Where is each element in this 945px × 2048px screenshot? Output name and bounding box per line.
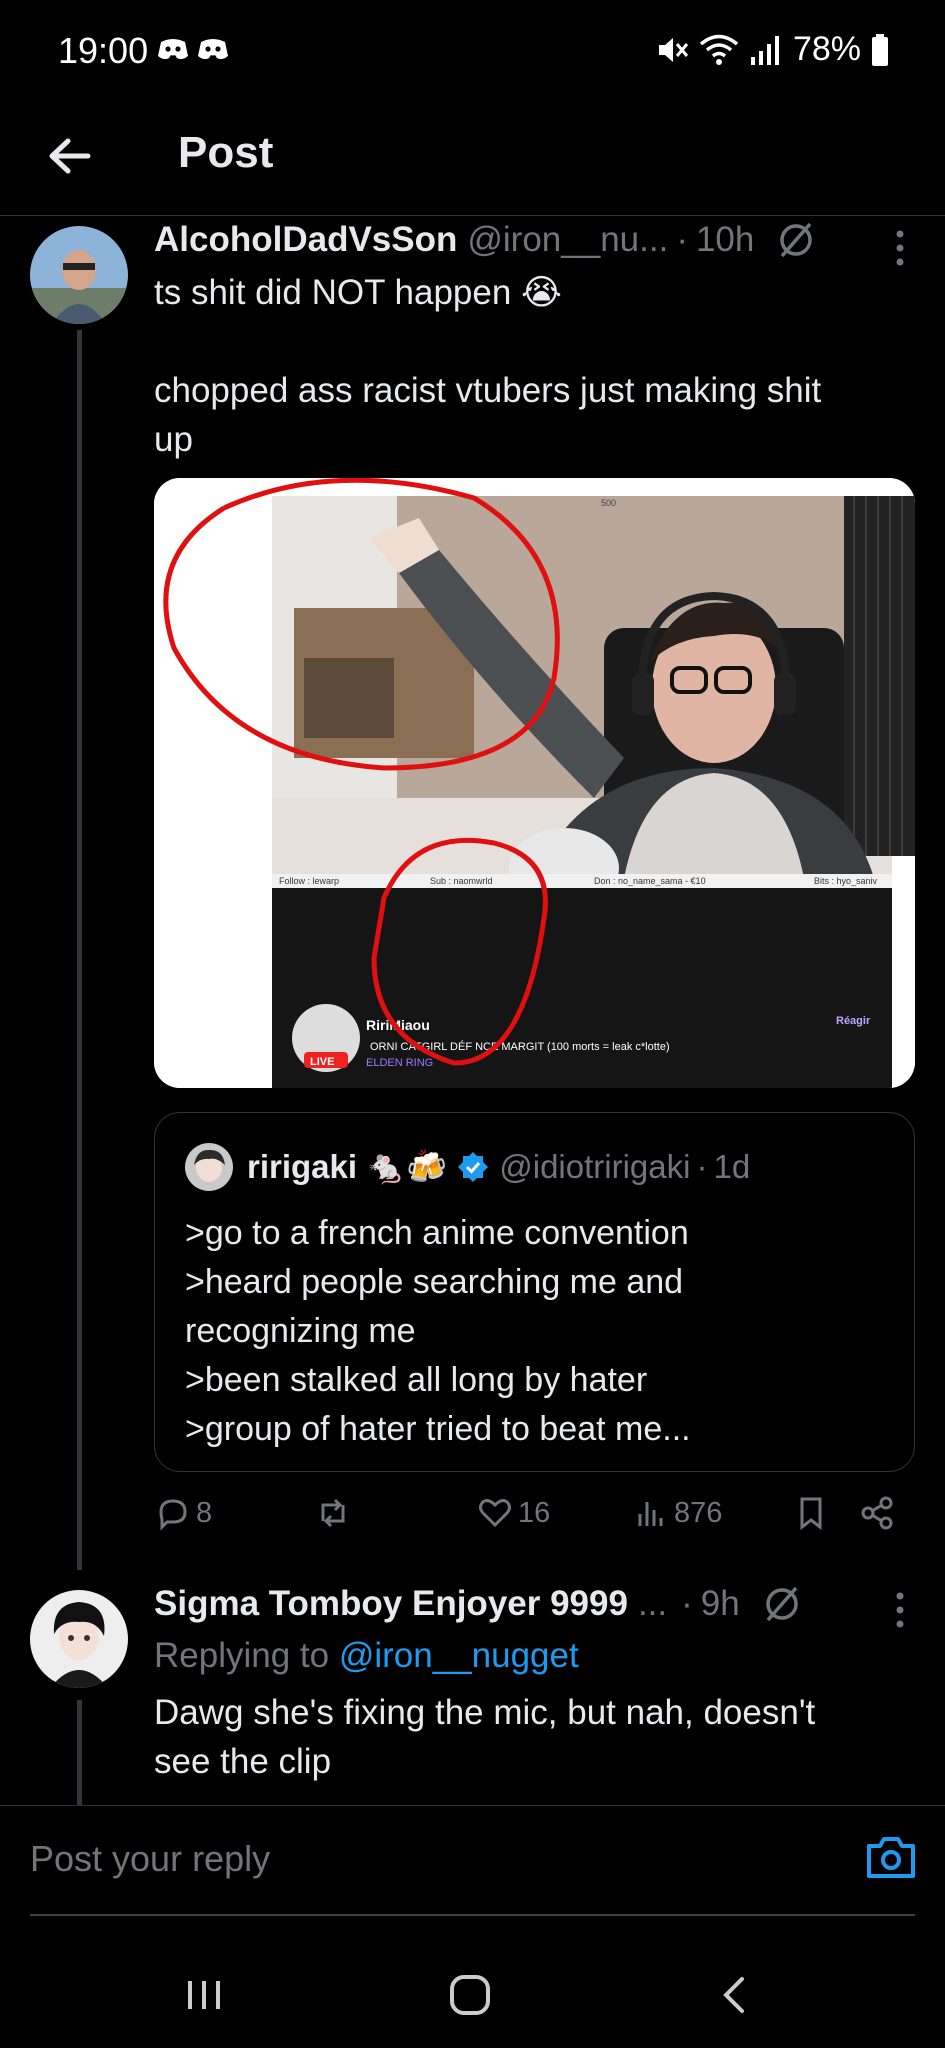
- home-icon[interactable]: [446, 1971, 494, 2019]
- grok-icon[interactable]: [762, 1584, 802, 1624]
- stream-react: Réagir: [836, 1015, 871, 1027]
- repost-icon: [321, 1498, 345, 1528]
- views-button[interactable]: 876: [632, 1494, 722, 1532]
- quote-author-handle: @idiotririgaki: [499, 1148, 691, 1185]
- reply-count: 8: [196, 1496, 213, 1529]
- discord-notification-icon: [158, 39, 188, 60]
- composer-divider: [30, 1914, 915, 1916]
- reply-header: Sigma Tomboy Enjoyer 9999 ... · 9h: [154, 1584, 802, 1624]
- replying-to-mention[interactable]: @iron__nugget: [339, 1636, 579, 1675]
- tweet-actions: 8 16 876: [154, 1494, 915, 1542]
- recent-apps-icon[interactable]: [180, 1971, 228, 2019]
- tweet-line: ts shit did NOT happen 😭: [154, 273, 562, 312]
- reply-time[interactable]: 9h: [701, 1584, 740, 1624]
- reply-author-ellipsis: ...: [637, 1584, 668, 1623]
- like-button[interactable]: 16: [476, 1494, 550, 1532]
- reply-line: Dawg she's fixing the mic, but nah, does…: [154, 1693, 816, 1732]
- stream-screenshot: Follow : lewarp Sub : naomwrld Don : no_…: [154, 478, 915, 1088]
- stream-sub-text: Sub : naomwrld: [430, 876, 493, 886]
- reply-button[interactable]: 8: [154, 1494, 212, 1532]
- bookmark-button[interactable]: [792, 1494, 834, 1532]
- quote-line: >heard people searching me and: [185, 1263, 684, 1301]
- verified-badge-icon: [458, 1152, 489, 1182]
- thread-line: [77, 1700, 82, 1805]
- quoted-tweet[interactable]: ririgaki 🐁🍻 @idiotririgaki · 1d >go to a…: [154, 1112, 915, 1472]
- view-count: 876: [674, 1496, 723, 1529]
- reply-input[interactable]: Post your reply: [30, 1838, 270, 1880]
- signal-icon: [750, 35, 779, 65]
- like-count: 16: [518, 1496, 551, 1529]
- avatar[interactable]: [30, 1590, 128, 1688]
- stream-bits-text: Bits : hyo_saniv: [814, 876, 878, 886]
- tweet-line: chopped ass racist vtubers just making s…: [154, 371, 822, 410]
- quote-line: recognizing me: [185, 1312, 416, 1350]
- tweet-media-image[interactable]: Follow : lewarp Sub : naomwrld Don : no_…: [154, 478, 915, 1088]
- bookmark-icon: [800, 1497, 822, 1531]
- battery-percent: 78%: [792, 30, 861, 68]
- system-nav-bar: [0, 1935, 945, 2048]
- reply-icon: [159, 1499, 187, 1531]
- tweet-time[interactable]: 10h: [696, 220, 754, 260]
- discord-notification-icon: [198, 39, 228, 60]
- tweet-header: AlcoholDadVsSon @iron__nu... · 10h: [154, 220, 816, 260]
- share-icon: [861, 1496, 893, 1530]
- quote-line: >been stalked all long by hater: [185, 1361, 648, 1399]
- status-bar: 19:00 78%: [0, 0, 945, 100]
- share-button[interactable]: [858, 1494, 900, 1532]
- tweet-text: ts shit did NOT happen 😭 chopped ass rac…: [154, 268, 914, 464]
- stream-game: ELDEN RING: [366, 1057, 433, 1069]
- quote-avatar: [185, 1143, 233, 1191]
- quote-header: ririgaki 🐁🍻 @idiotririgaki · 1d: [185, 1143, 750, 1191]
- mute-icon: [658, 37, 689, 62]
- camera-icon[interactable]: [865, 1834, 917, 1880]
- top-app-bar: Post: [0, 100, 945, 216]
- avatar[interactable]: [30, 226, 128, 324]
- battery-icon: [872, 33, 888, 66]
- more-options-icon[interactable]: [893, 228, 907, 268]
- reply-author-name[interactable]: Sigma Tomboy Enjoyer 9999: [154, 1584, 628, 1624]
- heart-icon: [479, 1499, 511, 1528]
- author-handle[interactable]: @iron__nu...: [467, 220, 668, 260]
- stream-don-text: Don : no_name_sama - €10: [594, 876, 706, 886]
- quote-line: >group of hater tried to beat me...: [185, 1410, 691, 1448]
- repost-button[interactable]: [314, 1494, 356, 1532]
- live-badge: LIVE: [310, 1056, 334, 1068]
- page-title: Post: [178, 128, 274, 177]
- reply-line: see the clip: [154, 1742, 332, 1781]
- back-arrow-icon[interactable]: [40, 126, 100, 186]
- tweet-line: up: [154, 420, 193, 459]
- status-time: 19:00: [58, 30, 149, 71]
- more-options-icon[interactable]: [893, 1590, 907, 1630]
- wifi-icon: [699, 34, 739, 65]
- views-icon: [638, 1502, 663, 1526]
- back-icon[interactable]: [712, 1971, 760, 2019]
- author-name[interactable]: AlcoholDadVsSon: [154, 220, 457, 260]
- reply-composer: Post your reply: [0, 1805, 945, 1916]
- stream-follow-text: Follow : lewarp: [279, 876, 339, 886]
- quote-line: >go to a french anime convention: [185, 1214, 689, 1252]
- stream-counter-text: 500: [601, 498, 616, 508]
- quote-author-emoji: 🐁🍻: [365, 1147, 448, 1185]
- replying-to: Replying to @iron__nugget: [154, 1636, 579, 1675]
- quote-author-name: ririgaki: [247, 1148, 358, 1185]
- quote-text: >go to a french anime convention >heard …: [185, 1209, 691, 1454]
- reply-text: Dawg she's fixing the mic, but nah, does…: [154, 1688, 914, 1786]
- thread-line: [77, 330, 82, 1570]
- grok-icon[interactable]: [776, 220, 816, 260]
- quote-time: 1d: [713, 1148, 751, 1185]
